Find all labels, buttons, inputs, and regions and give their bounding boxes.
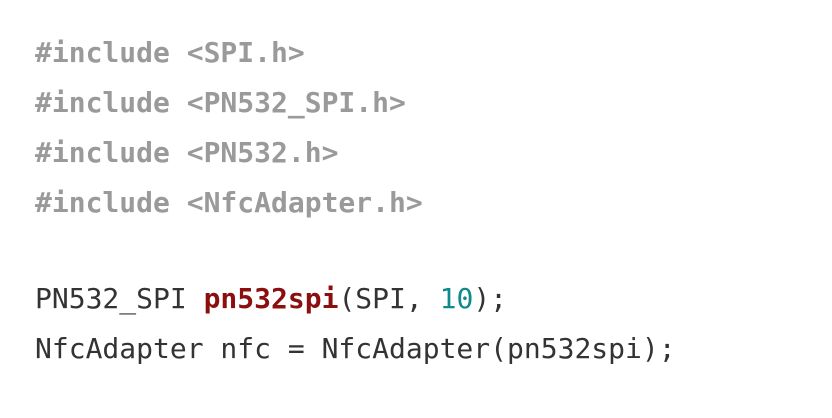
constructor-args-close: ); — [473, 282, 508, 315]
number-literal-10: 10 — [439, 282, 474, 315]
include-line-nfcadapter: #include <NfcAdapter.h> — [35, 186, 423, 219]
declaration-line-nfc: NfcAdapter nfc = NfcAdapter(pn532spi); — [35, 332, 676, 365]
type-name-pn532-spi: PN532_SPI — [35, 282, 204, 315]
constructor-args-open: (SPI, — [338, 282, 440, 315]
declaration-line-pn532spi: PN532_SPI pn532spi(SPI, 10); — [35, 274, 832, 324]
code-block: #include <SPI.h> #include <PN532_SPI.h> … — [0, 0, 832, 418]
include-line-spi: #include <SPI.h> — [35, 36, 305, 69]
include-line-pn532: #include <PN532.h> — [35, 136, 339, 169]
include-line-pn532-spi: #include <PN532_SPI.h> — [35, 86, 406, 119]
variable-name-pn532spi: pn532spi — [203, 282, 339, 315]
